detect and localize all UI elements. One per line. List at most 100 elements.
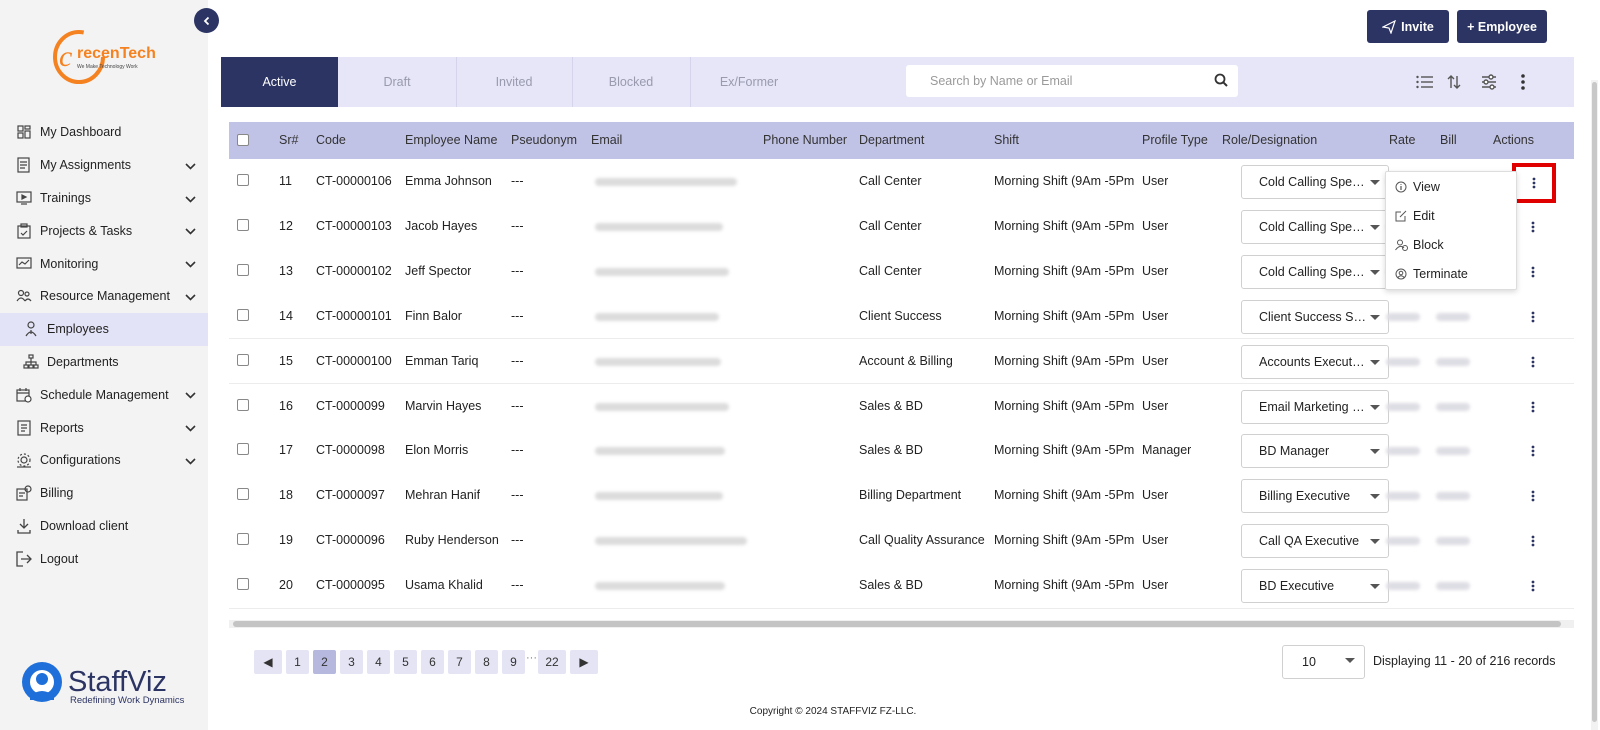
role-select[interactable]: Client Success Sp... bbox=[1241, 299, 1389, 334]
row-checkbox[interactable] bbox=[237, 174, 249, 186]
row-actions-button[interactable] bbox=[1514, 391, 1552, 423]
page-button[interactable]: 9 bbox=[502, 650, 525, 674]
sort-icon[interactable] bbox=[1443, 72, 1465, 92]
search-input[interactable] bbox=[906, 74, 1196, 88]
next-page-button[interactable]: ▶ bbox=[570, 650, 598, 674]
sidebar-item-employees[interactable]: Employees bbox=[0, 312, 208, 346]
role-select[interactable]: Accounts Executive bbox=[1241, 344, 1389, 379]
sidebar-item-billing[interactable]: Billing bbox=[0, 477, 208, 510]
vertical-scrollbar[interactable] bbox=[1591, 80, 1598, 730]
row-actions-button[interactable] bbox=[1514, 525, 1552, 557]
sidebar-collapse-button[interactable] bbox=[194, 8, 219, 33]
tab-blocked[interactable]: Blocked bbox=[572, 57, 690, 107]
cell-sr: 18 bbox=[279, 488, 293, 503]
main-content: Invite + Employee Active Draft Invited B… bbox=[208, 0, 1600, 730]
row-checkbox[interactable] bbox=[237, 578, 249, 591]
role-select[interactable]: Call QA Executive bbox=[1241, 524, 1389, 559]
row-checkbox[interactable] bbox=[237, 353, 249, 366]
table-row: 20 CT-0000095 Usama Khalid --- Sales & BD Mor… bbox=[229, 563, 1574, 609]
role-select[interactable]: Cold Calling Speci... bbox=[1241, 209, 1389, 244]
row-actions-button[interactable] bbox=[1514, 256, 1552, 288]
tab-ex-former[interactable]: Ex/Former bbox=[690, 57, 808, 107]
more-options-icon[interactable] bbox=[1512, 72, 1534, 92]
row-checkbox[interactable] bbox=[237, 308, 249, 321]
menu-item-edit[interactable]: Edit bbox=[1386, 201, 1516, 230]
row-actions-button[interactable] bbox=[1514, 435, 1552, 467]
kebab-menu-icon bbox=[1531, 356, 1535, 367]
row-actions-button[interactable] bbox=[1514, 301, 1552, 333]
page-button[interactable]: 5 bbox=[394, 650, 417, 674]
menu-item-block[interactable]: Block bbox=[1386, 230, 1516, 259]
row-checkbox[interactable] bbox=[237, 488, 249, 501]
cell-pseudonym: --- bbox=[511, 353, 524, 368]
page-button[interactable]: 4 bbox=[367, 650, 390, 674]
page-button[interactable]: 22 bbox=[538, 650, 566, 674]
sidebar-item-label: My Assignments bbox=[40, 158, 132, 173]
row-checkbox[interactable] bbox=[237, 218, 249, 231]
role-value: BD Executive bbox=[1259, 579, 1335, 594]
row-checkbox[interactable] bbox=[237, 443, 249, 456]
list-view-icon[interactable] bbox=[1414, 72, 1436, 92]
filter-sliders-icon[interactable] bbox=[1478, 72, 1500, 92]
table-row: 12 CT-00000103 Jacob Hayes --- Call Center Mo… bbox=[229, 203, 1574, 250]
tab-invited[interactable]: Invited bbox=[456, 57, 572, 107]
role-select[interactable]: Cold Calling Speci... bbox=[1241, 254, 1389, 289]
select-all-checkbox[interactable] bbox=[237, 134, 249, 146]
row-actions-button[interactable] bbox=[1514, 211, 1552, 243]
role-select[interactable]: Cold Calling Speci... bbox=[1241, 165, 1389, 199]
row-checkbox[interactable] bbox=[237, 398, 249, 411]
sidebar-item-projects-tasks[interactable]: Projects & Tasks bbox=[0, 214, 208, 247]
sidebar-item-reports[interactable]: Reports bbox=[0, 411, 208, 444]
menu-item-terminate[interactable]: Terminate bbox=[1386, 259, 1516, 288]
info-icon bbox=[1394, 180, 1408, 194]
cell-shift: Morning Shift (9Am -5Pm bbox=[994, 443, 1135, 458]
invite-button[interactable]: Invite bbox=[1367, 10, 1449, 43]
cell-employee-name: Usama Khalid bbox=[405, 578, 483, 593]
add-employee-button[interactable]: + Employee bbox=[1457, 10, 1547, 43]
page-button[interactable]: 1 bbox=[286, 650, 309, 674]
row-actions-button[interactable] bbox=[1514, 570, 1552, 602]
sidebar-item-configurations[interactable]: Configurations bbox=[0, 444, 208, 477]
sidebar-item-trainings[interactable]: Trainings bbox=[0, 182, 208, 215]
sidebar-item-schedule-management[interactable]: Schedule Management bbox=[0, 378, 208, 411]
sidebar-item-my-dashboard[interactable]: My Dashboard bbox=[0, 116, 208, 149]
page-button[interactable]: 8 bbox=[475, 650, 498, 674]
page-button[interactable]: 7 bbox=[448, 650, 471, 674]
role-select[interactable]: BD Executive bbox=[1241, 569, 1389, 604]
row-actions-button[interactable] bbox=[1514, 480, 1552, 512]
role-select[interactable]: Email Marketing E... bbox=[1241, 389, 1389, 424]
page-button[interactable]: 3 bbox=[340, 650, 363, 674]
sidebar-item-download-client[interactable]: Download client bbox=[0, 510, 208, 543]
sidebar-item-logout[interactable]: Logout bbox=[0, 542, 208, 575]
row-actions-button[interactable] bbox=[1512, 163, 1556, 203]
caret-down-icon bbox=[1370, 584, 1380, 590]
table-header: Sr# Code Employee Name Pseudonym Email P… bbox=[229, 122, 1574, 159]
row-actions-button[interactable] bbox=[1514, 346, 1552, 378]
scrollbar-thumb[interactable] bbox=[233, 621, 1561, 627]
page-button[interactable]: 6 bbox=[421, 650, 444, 674]
records-per-page-select[interactable]: 10 bbox=[1282, 645, 1365, 679]
tab-draft[interactable]: Draft bbox=[338, 57, 456, 107]
kebab-menu-icon bbox=[1531, 266, 1535, 278]
row-checkbox[interactable] bbox=[237, 533, 249, 546]
scrollbar-thumb[interactable] bbox=[1592, 82, 1597, 722]
tab-label: Invited bbox=[495, 75, 533, 89]
cell-shift: Morning Shift (9Am -5Pm bbox=[994, 578, 1135, 593]
sidebar-item-departments[interactable]: Departments bbox=[0, 346, 208, 379]
horizontal-scrollbar[interactable] bbox=[229, 620, 1574, 628]
role-select[interactable]: BD Manager bbox=[1241, 434, 1389, 469]
menu-item-view[interactable]: View bbox=[1386, 172, 1516, 201]
search-icon[interactable] bbox=[1214, 73, 1228, 87]
sidebar-item-resource-management[interactable]: Resource Management bbox=[0, 280, 208, 313]
row-checkbox[interactable] bbox=[237, 263, 249, 276]
sidebar-item-my-assignments[interactable]: My Assignments bbox=[0, 149, 208, 182]
cell-sr: 19 bbox=[279, 533, 293, 548]
tab-active[interactable]: Active bbox=[221, 57, 338, 107]
prev-page-button[interactable]: ◀ bbox=[254, 650, 282, 674]
role-select[interactable]: Billing Executive bbox=[1241, 479, 1389, 514]
chevron-down-icon bbox=[185, 421, 196, 435]
sidebar-item-monitoring[interactable]: Monitoring bbox=[0, 247, 208, 280]
cell-bill-redacted bbox=[1436, 357, 1470, 366]
kebab-menu-icon bbox=[1531, 580, 1535, 592]
page-button-current[interactable]: 2 bbox=[313, 650, 336, 674]
